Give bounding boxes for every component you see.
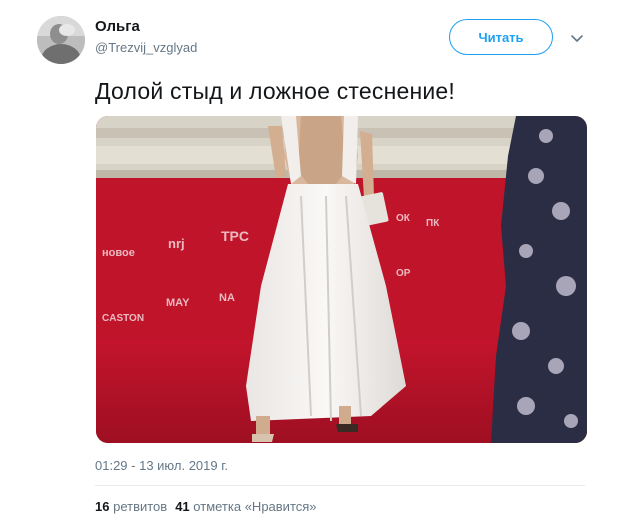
user-handle[interactable]: @Trezvij_vzglyad — [95, 40, 197, 55]
tweet-timestamp[interactable]: 01:29 - 13 июл. 2019 г. — [95, 458, 228, 473]
retweets-count: 16 — [95, 499, 110, 514]
svg-text:новое: новое — [102, 247, 135, 259]
likes-count: 41 — [175, 499, 190, 514]
tweet-text: Долой стыд и ложное стеснение! — [95, 78, 456, 104]
tweet-photo[interactable]: новое nrj TPC MAY NA CASTON ОК ПК ОР — [96, 116, 587, 443]
svg-text:ПК: ПК — [426, 218, 440, 229]
follow-button[interactable]: Читать — [449, 19, 553, 55]
chevron-down-icon[interactable] — [568, 30, 586, 48]
likes-stat[interactable]: 41 отметка «Нравится» — [175, 499, 316, 514]
likes-label: отметка «Нравится» — [193, 499, 317, 514]
avatar[interactable] — [37, 16, 85, 64]
svg-text:ОР: ОР — [396, 268, 411, 279]
svg-text:NA: NA — [219, 292, 235, 304]
svg-text:CASTON: CASTON — [102, 313, 144, 324]
divider — [95, 485, 585, 486]
svg-text:ОК: ОК — [396, 213, 411, 224]
user-name[interactable]: Ольга — [95, 18, 140, 35]
retweets-stat[interactable]: 16 ретвитов — [95, 499, 167, 514]
svg-text:nrj: nrj — [168, 236, 185, 251]
svg-text:MAY: MAY — [166, 297, 190, 309]
retweets-label: ретвитов — [113, 499, 168, 514]
tweet-card: Ольга @Trezvij_vzglyad Читать Долой стыд… — [0, 0, 620, 517]
svg-text:TPC: TPC — [221, 228, 249, 244]
tweet-stats: 16 ретвитов 41 отметка «Нравится» — [95, 499, 317, 514]
